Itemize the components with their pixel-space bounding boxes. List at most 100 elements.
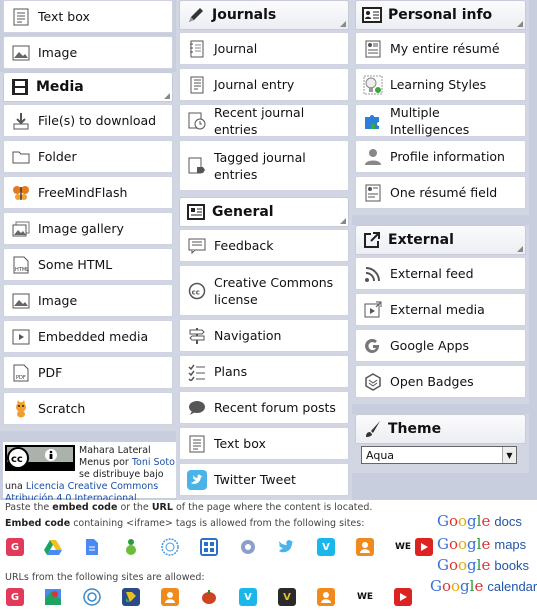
block-external-feed[interactable]: External feed (355, 257, 526, 290)
google-maps-logo: Google maps (437, 535, 527, 553)
google-books-logo: Google books (437, 556, 530, 574)
google-icon (362, 335, 384, 357)
block-image[interactable]: Image (3, 36, 173, 69)
block-label: Tagged journal entries (214, 149, 306, 182)
scratch-cat-icon (10, 398, 32, 420)
site-gapminder-icon (122, 538, 140, 556)
block-label: Folder (38, 149, 77, 164)
resize-handle-icon[interactable] (517, 21, 523, 27)
block-label: One résumé field (390, 185, 498, 200)
external-title: External (388, 232, 454, 248)
block-label: Text box (38, 9, 90, 24)
personal-info-header[interactable]: Personal info (355, 0, 526, 30)
personal-info-section: Personal info My entire résumé Learning … (352, 0, 529, 215)
clock-document-icon (186, 110, 208, 132)
cc-by-badge-icon: cc (5, 445, 75, 471)
resize-handle-icon[interactable] (164, 93, 170, 99)
person-icon (362, 146, 384, 168)
block-navigation[interactable]: Navigation (179, 319, 349, 352)
resize-handle-icon[interactable] (517, 246, 523, 252)
block-embedded-media[interactable]: Embedded media (3, 320, 173, 353)
badge-icon (362, 371, 384, 393)
site-youtube-icon (394, 588, 412, 606)
site-google-maps-icon (44, 588, 62, 606)
external-video-icon (362, 299, 384, 321)
block-recent-journal-entries[interactable]: Recent journal entries (179, 104, 349, 137)
site-voki-icon (356, 538, 374, 556)
image-icon (10, 42, 32, 64)
svg-text:cc: cc (11, 454, 23, 465)
theme-select-value: Aqua (366, 448, 395, 462)
block-label: External feed (390, 266, 474, 281)
block-label: Recent journal entries (214, 104, 305, 137)
external-header[interactable]: External (355, 225, 526, 255)
block-external-media[interactable]: External media (355, 293, 526, 326)
block-freemindflash[interactable]: FreeMindFlash (3, 176, 173, 209)
block-pdf[interactable]: PDF PDF (3, 356, 173, 389)
block-label: Google Apps (390, 338, 469, 353)
block-journal-entry[interactable]: Journal entry (179, 68, 349, 101)
block-twitter-tweet[interactable]: Twitter Tweet (179, 463, 349, 496)
block-folder[interactable]: Folder (3, 140, 173, 173)
block-label: Multiple Intelligences (390, 104, 470, 137)
block-label: File(s) to download (38, 113, 157, 128)
block-creative-commons[interactable]: cc Creative Commons license (179, 265, 349, 316)
block-image-2[interactable]: Image (3, 284, 173, 317)
resize-handle-icon[interactable] (340, 218, 346, 224)
site-issuu-icon (83, 588, 101, 606)
theme-select[interactable]: Aqua ▼ (361, 446, 517, 464)
block-open-badges[interactable]: Open Badges (355, 365, 526, 398)
block-entire-resume[interactable]: My entire résumé (355, 32, 526, 65)
site-vimeo-icon: V (239, 588, 257, 606)
license-credit: cc Mahara Lateral Menus por Toni Soto se… (3, 442, 177, 504)
image-icon (10, 290, 32, 312)
pencil-icon (186, 5, 206, 25)
media-header[interactable]: Media (3, 72, 173, 102)
theme-section: Theme Aqua ▼ (352, 414, 529, 473)
media-title: Media (36, 79, 84, 95)
block-learning-styles[interactable]: Learning Styles (355, 68, 526, 101)
folder-icon (10, 146, 32, 168)
block-recent-forum-posts[interactable]: Recent forum posts (179, 391, 349, 424)
site-google-docs-icon (83, 538, 101, 556)
gallery-icon (10, 218, 32, 240)
journals-title: Journals (212, 7, 277, 23)
block-journal[interactable]: Journal (179, 32, 349, 65)
rss-icon (362, 263, 384, 285)
block-plans[interactable]: Plans (179, 355, 349, 388)
block-text-box[interactable]: Text box (3, 0, 173, 33)
block-label: Profile information (390, 149, 505, 164)
google-docs-logo: Google docs (437, 512, 522, 530)
site-google-drive-icon (44, 538, 62, 556)
block-some-html[interactable]: HTML Some HTML (3, 248, 173, 281)
block-label: Learning Styles (390, 77, 487, 92)
resize-handle-icon[interactable] (340, 21, 346, 27)
theme-title: Theme (388, 421, 442, 437)
general-header[interactable]: General (179, 197, 349, 227)
block-text-box-general[interactable]: Text box (179, 427, 349, 460)
journals-header[interactable]: Journals (179, 0, 349, 30)
block-label: Journal entry (214, 77, 295, 92)
column-basic: Text box Image Media File(s) to download… (0, 0, 176, 431)
block-google-apps[interactable]: Google Apps (355, 329, 526, 362)
text-box-icon (10, 6, 32, 28)
general-section: General Feedback cc Creative Commons lic… (176, 197, 352, 502)
block-profile-information[interactable]: Profile information (355, 140, 526, 173)
chevron-down-icon[interactable]: ▼ (502, 447, 516, 463)
block-scratch[interactable]: Scratch (3, 392, 173, 425)
block-label: Creative Commons license (214, 274, 334, 307)
block-file-download[interactable]: File(s) to download (3, 104, 173, 137)
block-image-gallery[interactable]: Image gallery (3, 212, 173, 245)
site-mindmeister-icon (161, 538, 179, 556)
block-multiple-intelligences[interactable]: Multiple Intelligences (355, 104, 526, 137)
creative-commons-icon: cc (186, 280, 208, 302)
credit-author-link[interactable]: Toni Soto (132, 457, 175, 468)
general-icon (186, 202, 206, 222)
feedback-icon (186, 235, 208, 257)
personal-info-title: Personal info (388, 7, 493, 23)
block-one-resume-field[interactable]: One résumé field (355, 176, 526, 209)
block-tagged-journal-entries[interactable]: Tagged journal entries (179, 140, 349, 191)
block-feedback[interactable]: Feedback (179, 229, 349, 262)
column-personal-external: Personal info My entire résumé Learning … (352, 0, 529, 473)
theme-header[interactable]: Theme (355, 414, 526, 444)
